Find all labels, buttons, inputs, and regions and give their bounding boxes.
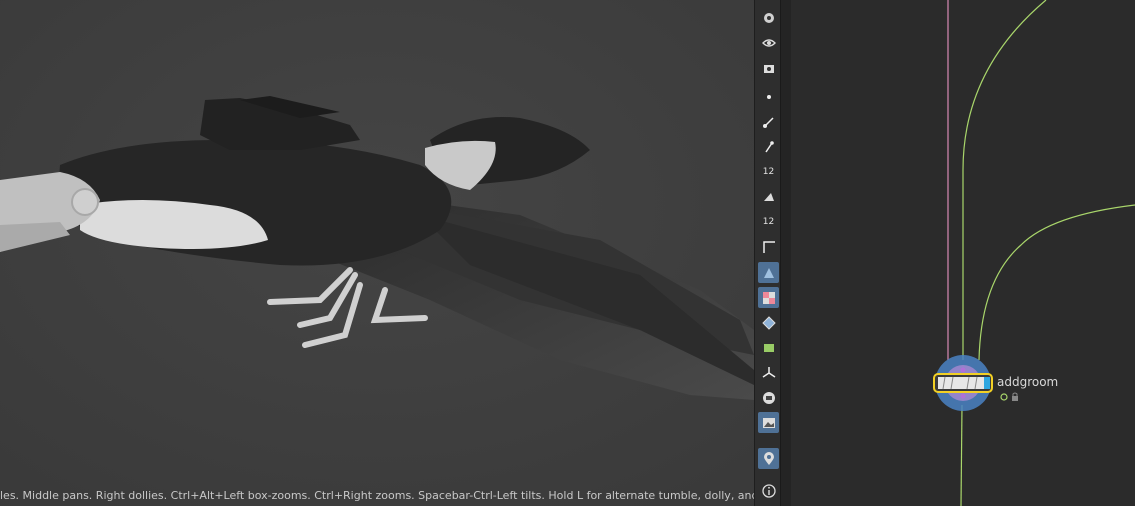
vertex-normal-icon[interactable] xyxy=(758,136,779,157)
network-wires xyxy=(947,0,1135,506)
normal-display-icon[interactable] xyxy=(758,111,779,132)
primitive-numbers-icon[interactable]: 12 xyxy=(758,211,779,232)
pin-icon[interactable] xyxy=(758,448,779,469)
uv-icon[interactable] xyxy=(758,337,779,358)
border-icon[interactable] xyxy=(758,236,779,257)
ghost-icon[interactable] xyxy=(758,387,779,408)
addgroom-node[interactable] xyxy=(923,348,1003,418)
3d-viewport[interactable]: les. Middle pans. Right dollies. Ctrl+Al… xyxy=(0,0,754,506)
viewport-status-hint: les. Middle pans. Right dollies. Ctrl+Al… xyxy=(0,489,754,502)
point-numbers-badge: 12 xyxy=(762,166,775,177)
checker-icon[interactable] xyxy=(758,287,779,308)
primitive-icon[interactable] xyxy=(758,186,779,207)
primitive-numbers-badge: 12 xyxy=(762,216,775,227)
shaded-icon[interactable] xyxy=(758,262,779,283)
network-editor[interactable]: addgroom xyxy=(791,0,1135,506)
bird-model-render xyxy=(0,0,754,506)
camera-icon[interactable] xyxy=(758,57,779,78)
render-view-icon[interactable] xyxy=(758,7,779,28)
wireframe-icon[interactable] xyxy=(758,312,779,333)
info-icon[interactable] xyxy=(758,480,779,501)
point-display-icon[interactable] xyxy=(758,86,779,107)
visibility-eye-icon[interactable] xyxy=(758,32,779,53)
background-image-icon[interactable] xyxy=(758,412,779,433)
point-numbers-icon[interactable]: 12 xyxy=(758,161,779,182)
snap-icon[interactable] xyxy=(758,362,779,383)
addgroom-node-label: addgroom xyxy=(997,375,1059,389)
display-options-toolbar: 12 12 xyxy=(754,0,781,506)
node-flag-icons xyxy=(1000,392,1018,401)
